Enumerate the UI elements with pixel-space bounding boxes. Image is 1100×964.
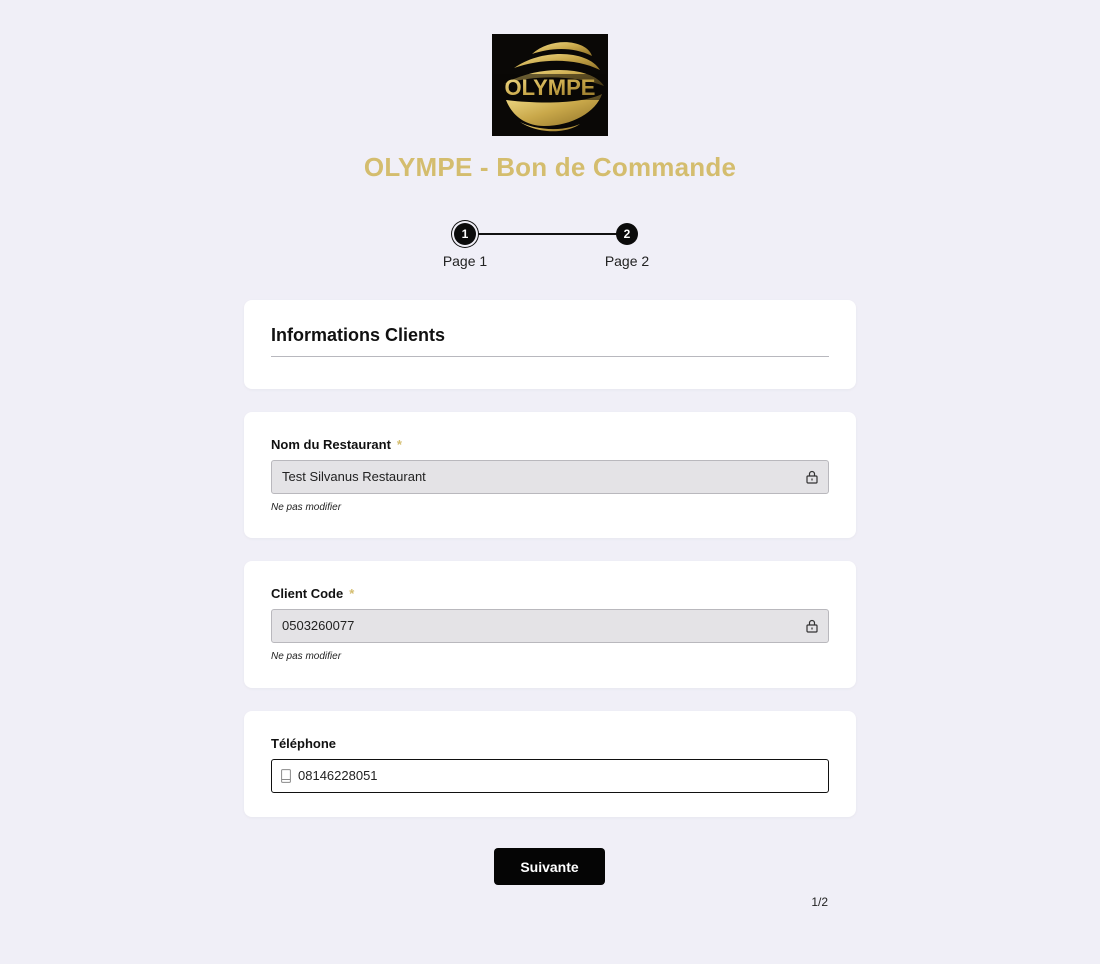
- step-1-indicator[interactable]: 1: [454, 223, 476, 245]
- lock-icon: [806, 619, 818, 633]
- client-code-label: Client Code *: [271, 586, 354, 601]
- next-button[interactable]: Suivante: [494, 848, 605, 885]
- telephone-card: Téléphone 08146228051: [244, 711, 856, 817]
- required-marker: *: [396, 437, 402, 452]
- restaurant-name-label-text: Nom du Restaurant: [271, 437, 391, 452]
- client-code-label-text: Client Code: [271, 586, 344, 601]
- telephone-input[interactable]: 08146228051: [271, 759, 829, 793]
- form-title: OLYMPE - Bon de Commande: [363, 152, 737, 182]
- page-stepper: 1 2 Page 1 Page 2: [420, 220, 680, 276]
- step-1-label: Page 1: [442, 253, 488, 269]
- restaurant-name-card: Nom du Restaurant * Test Silvanus Restaur…: [244, 412, 856, 538]
- restaurant-name-field[interactable]: Test Silvanus Restaurant: [271, 460, 829, 494]
- client-code-card: Client Code * 0503260077 Ne pas modifier: [244, 561, 856, 688]
- logo-wordmark: OLYMPE: [505, 75, 596, 100]
- section-divider: [271, 356, 829, 357]
- phone-icon: [281, 769, 291, 783]
- client-code-field[interactable]: 0503260077: [271, 609, 829, 643]
- section-header-card: Informations Clients: [244, 300, 856, 389]
- restaurant-name-label: Nom du Restaurant *: [271, 437, 402, 452]
- page-indicator: 1/2: [811, 895, 828, 909]
- section-title: Informations Clients: [271, 325, 446, 345]
- step-2-indicator[interactable]: 2: [616, 223, 638, 245]
- required-marker: *: [349, 586, 355, 601]
- client-code-value: 0503260077: [282, 618, 355, 633]
- logo-graphic: OLYMPE: [494, 42, 606, 132]
- lock-icon: [806, 470, 818, 484]
- client-code-help: Ne pas modifier: [271, 651, 342, 662]
- telephone-value: 08146228051: [298, 768, 378, 783]
- stepper-connector: [466, 233, 626, 235]
- restaurant-name-value: Test Silvanus Restaurant: [282, 469, 426, 484]
- step-2-label: Page 2: [604, 253, 650, 269]
- telephone-label: Téléphone: [271, 736, 337, 751]
- restaurant-name-help: Ne pas modifier: [271, 502, 342, 513]
- olympe-logo: OLYMPE: [492, 34, 608, 136]
